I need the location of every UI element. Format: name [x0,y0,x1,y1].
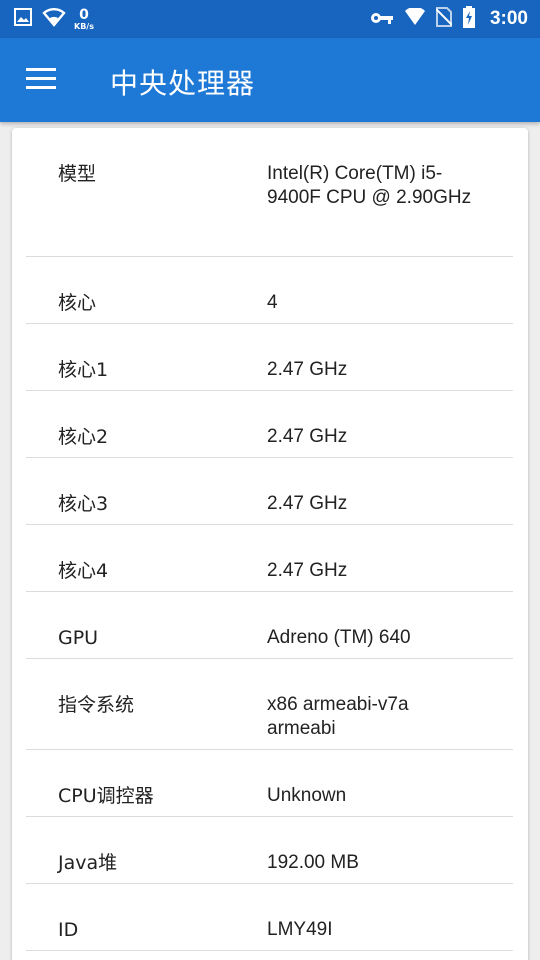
app-bar: 中央处理器 [0,38,540,122]
info-row-core1: 核心1 2.47 GHz [26,324,513,391]
hamburger-icon [26,68,56,71]
wifi-icon [42,7,66,31]
info-label: 模型 [58,163,97,185]
info-row-gpu: GPU Adreno (TM) 640 [26,592,513,659]
info-row-core4: 核心4 2.47 GHz [26,525,513,592]
info-row-cores: 核心 4 [26,257,513,324]
network-speed: 0 KB/s [74,8,94,31]
info-value: LMY49I [267,919,333,940]
status-bar: 0 KB/s 3:00 [0,0,540,38]
key-icon [370,10,394,29]
no-sim-icon [435,7,453,31]
battery-charging-icon [462,6,476,32]
info-label: ID [58,919,79,941]
info-value: Adreno (TM) 640 [267,627,411,648]
info-label: Java堆 [58,852,118,874]
info-label: 核心1 [58,359,109,381]
info-row-core2: 核心2 2.47 GHz [26,391,513,458]
info-label: CPU调控器 [58,785,154,807]
info-value: Unknown [267,785,347,806]
info-row-instruction-set: 指令系统 x86 armeabi-v7a armeabi [26,659,513,750]
info-row-java-heap: Java堆 192.00 MB [26,817,513,884]
info-row-governor: CPU调控器 Unknown [26,750,513,817]
info-label: 核心2 [58,426,109,448]
network-speed-unit: KB/s [74,21,94,31]
info-value: 2.47 GHz [267,359,348,380]
info-label: 指令系统 [58,694,135,716]
menu-button[interactable] [26,68,58,92]
info-label: 核心3 [58,493,109,515]
info-value: 2.47 GHz [267,426,348,447]
clock: 3:00 [489,8,528,29]
hamburger-line [26,86,56,89]
info-label: 核心4 [58,560,109,582]
info-row-model: 模型 Intel(R) Core(TM) i5-9400F CPU @ 2.90… [26,128,513,257]
info-value: x86 armeabi-v7a armeabi [267,694,409,739]
info-label: 核心 [58,292,97,314]
page-title: 中央处理器 [110,67,256,100]
info-row-core3: 核心3 2.47 GHz [26,458,513,525]
info-label: GPU [58,627,99,649]
image-icon [14,8,32,30]
info-row-id: ID LMY49I [26,884,513,951]
cpu-info-card: 模型 Intel(R) Core(TM) i5-9400F CPU @ 2.90… [12,128,528,960]
info-value: 2.47 GHz [267,560,348,581]
hamburger-line [26,77,56,80]
info-value: Intel(R) Core(TM) i5-9400F CPU @ 2.90GHz [267,163,472,208]
info-value: 2.47 GHz [267,493,348,514]
network-speed-value: 0 [79,6,89,23]
signal-icon [404,6,426,30]
info-value: 4 [267,292,278,313]
info-value: 192.00 MB [267,852,359,873]
